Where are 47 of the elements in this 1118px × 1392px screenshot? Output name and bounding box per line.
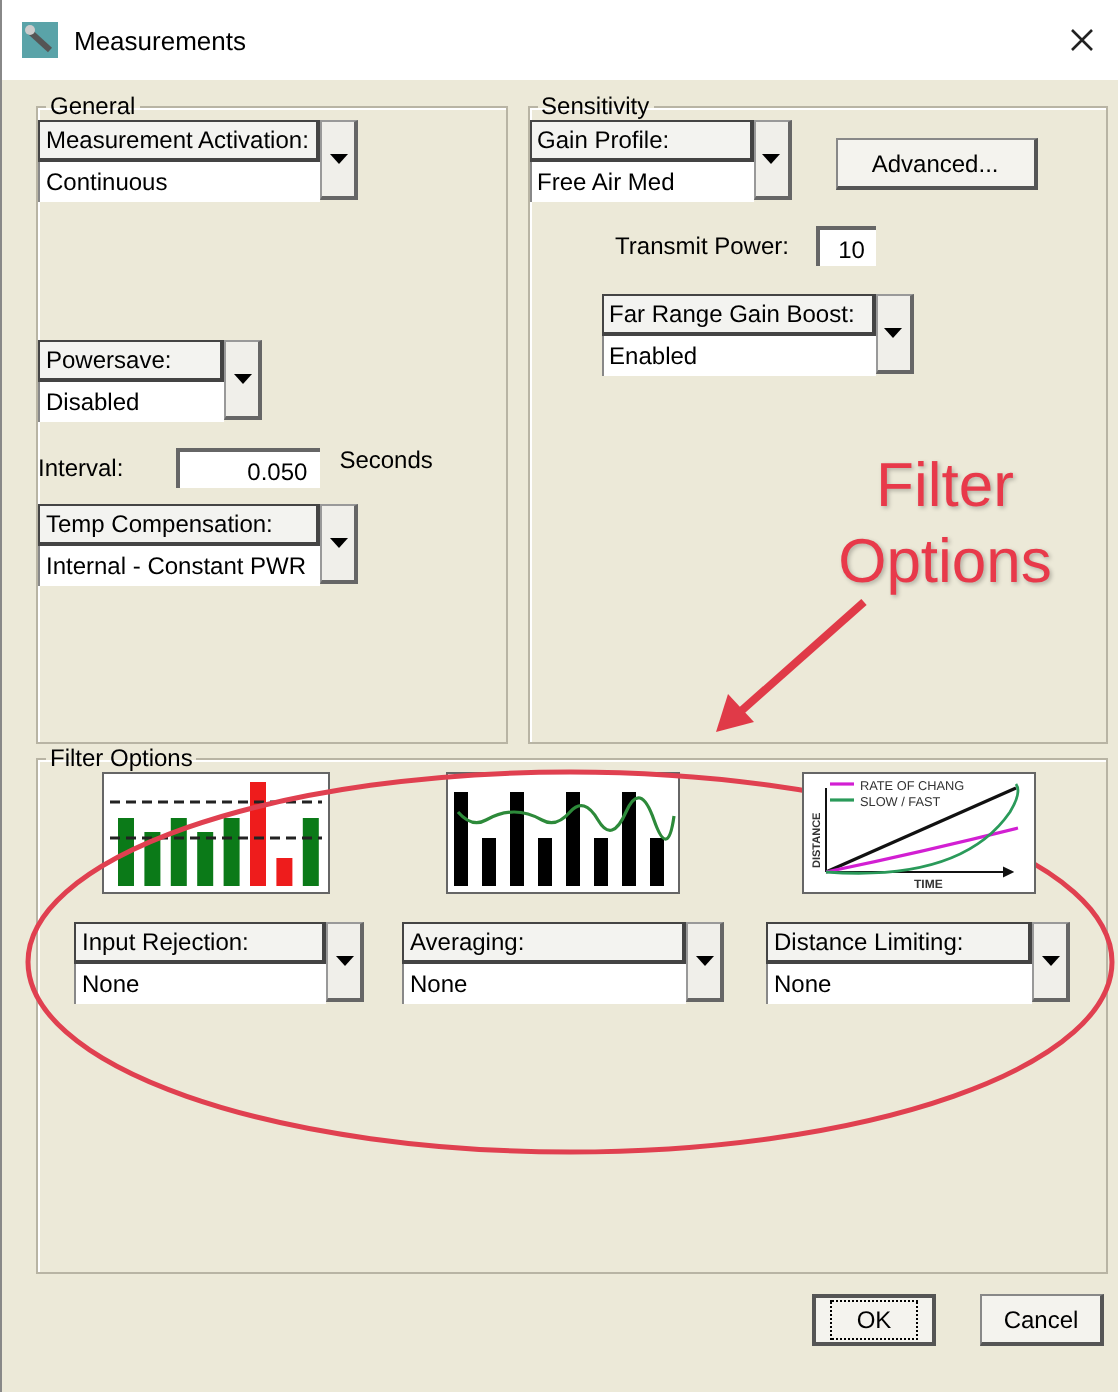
cancel-button[interactable]: Cancel	[980, 1294, 1104, 1346]
caret-icon	[884, 328, 903, 338]
unit-label: Seconds	[339, 446, 433, 474]
field-label: Gain Profile:	[529, 120, 754, 162]
dropdown-button[interactable]	[1032, 922, 1070, 1002]
caret-icon	[695, 956, 713, 966]
caret-icon	[329, 538, 347, 548]
caret-icon	[335, 956, 353, 966]
annotation-text: Filter Options	[836, 448, 1054, 600]
dropdown-button[interactable]	[875, 294, 914, 374]
dropdown-button[interactable]	[224, 340, 262, 420]
interval-label: Interval:	[38, 454, 124, 482]
dropdown-button[interactable]	[326, 922, 364, 1002]
dropdown-button[interactable]	[686, 922, 724, 1002]
select-field[interactable]: None	[402, 964, 686, 1004]
field-label: Far Range Gain Boost:	[601, 294, 876, 336]
select-field[interactable]: None	[74, 964, 326, 1004]
select-field[interactable]: Disabled	[38, 382, 224, 422]
dropdown-button[interactable]	[320, 504, 358, 584]
transmit-power-input[interactable]: 10	[816, 226, 877, 266]
field-label: Powersave:	[38, 340, 224, 382]
advanced-button[interactable]: Advanced...	[835, 138, 1038, 190]
caret-icon	[1041, 956, 1059, 966]
field-label: Averaging:	[402, 922, 686, 964]
ok-button[interactable]: OK	[812, 1294, 936, 1346]
group-title: Filter Options	[48, 744, 195, 772]
select-field[interactable]: Free Air Med	[529, 162, 754, 202]
select-field[interactable]: Enabled	[601, 336, 876, 376]
select-field[interactable]: Continuous	[38, 162, 320, 202]
interval-input[interactable]: 0.050	[175, 448, 320, 488]
transmit-power-label: Transmit Power:	[615, 232, 789, 260]
group-title: Sensitivity	[539, 92, 652, 120]
select-field[interactable]: Internal - Constant PWR	[38, 546, 320, 586]
window-title: Measurements	[74, 25, 248, 55]
field-label: Temp Compensation:	[38, 504, 320, 546]
field-label: Measurement Activation:	[38, 120, 320, 162]
select-field[interactable]: None	[766, 964, 1032, 1004]
dropdown-button[interactable]	[753, 120, 792, 200]
group-title: General	[48, 92, 138, 120]
caret-icon	[233, 374, 251, 384]
caret-icon	[762, 154, 781, 164]
field-label: Distance Limiting:	[766, 922, 1032, 964]
caret-icon	[329, 154, 347, 164]
field-label: Input Rejection:	[74, 922, 326, 964]
dropdown-button[interactable]	[320, 120, 358, 200]
close-icon[interactable]	[1070, 28, 1094, 52]
app-icon	[22, 22, 58, 58]
